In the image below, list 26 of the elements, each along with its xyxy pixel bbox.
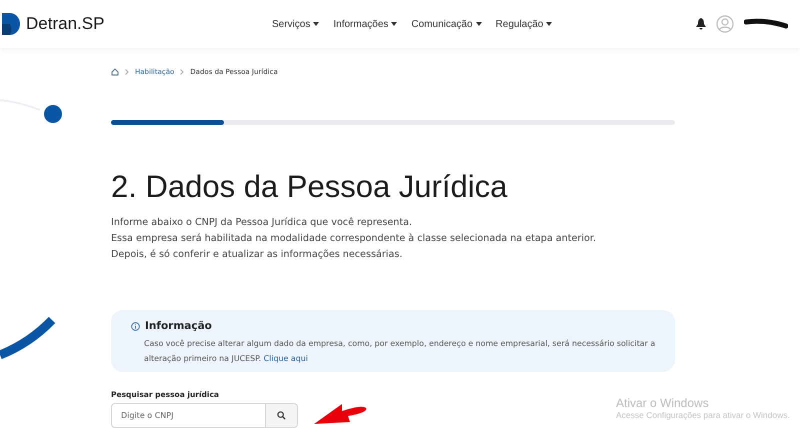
logo-text[interactable]: Detran.SP (26, 14, 104, 34)
home-icon[interactable] (111, 68, 119, 76)
redaction-scribble (744, 18, 788, 30)
activation-title: Ativar o Windows (616, 396, 710, 410)
activation-text: Acesse Configurações para ativar o Windows. (616, 410, 790, 420)
page-title: 2. Dados da Pessoa Jurídica (111, 169, 508, 205)
info-icon (131, 322, 140, 330)
bell-icon[interactable] (696, 18, 706, 30)
caret-icon (313, 22, 320, 26)
caret-icon (391, 22, 398, 26)
intro-text: Depois, é só conferir e atualizar as informações necessárias. (111, 248, 404, 262)
nav-menu[interactable]: Regulação (496, 18, 552, 30)
intro-text: Informe abaixo o CNPJ da Pessoa Jurídica que você representa. (111, 216, 414, 230)
cnpj-search-field[interactable]: Digite o CNPJ (111, 402, 265, 428)
search-button[interactable] (265, 402, 298, 428)
nav-menu[interactable]: Comunicação (411, 18, 482, 30)
logo-icon (2, 13, 22, 35)
intro-text: Essa empresa será habilitada na modalidade correspondente à classe selecionada na etapa anterior. (111, 232, 598, 246)
nav-menu[interactable]: Informações (333, 18, 398, 30)
info-title: Informação (145, 320, 212, 332)
search-icon (277, 410, 286, 420)
caret-icon (546, 22, 552, 26)
chevron-icon (180, 69, 184, 75)
caret-icon (476, 22, 482, 26)
nav-menu[interactable]: Serviços (272, 18, 320, 30)
chevron-icon (125, 69, 129, 75)
